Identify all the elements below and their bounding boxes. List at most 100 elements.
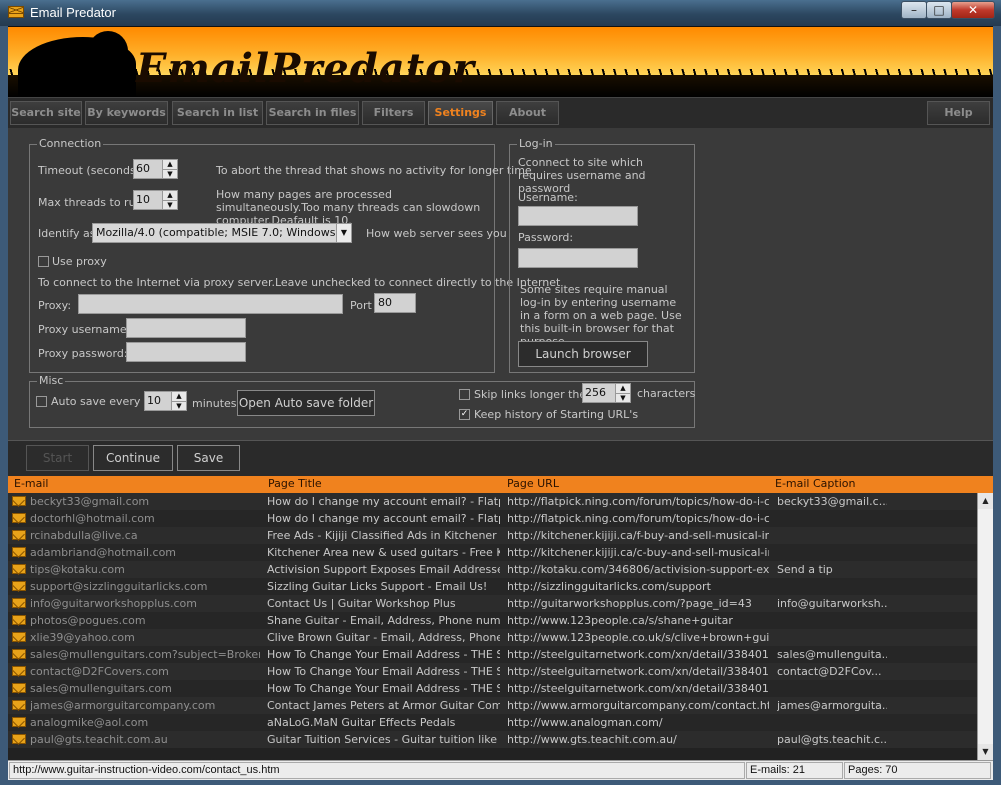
table-row[interactable]: photos@pogues.com Shane Guitar - Email, A… xyxy=(8,612,977,629)
envelope-icon xyxy=(12,581,26,591)
help-button[interactable]: Help xyxy=(927,101,990,125)
proxy-password-input[interactable] xyxy=(126,342,246,362)
scroll-up-icon[interactable]: ▲ xyxy=(978,493,993,509)
cell-title: aNaLoG.MaN Guitar Effects Pedals xyxy=(267,716,456,729)
proxy-username-input[interactable] xyxy=(126,318,246,338)
cell-url: http://sizzlingguitarlicks.com/support xyxy=(507,580,711,593)
identify-label: Identify as: xyxy=(38,227,100,240)
skip-links-stepper[interactable]: 256 ▲ ▼ xyxy=(582,383,631,403)
envelope-icon xyxy=(12,734,26,744)
column-page-title[interactable]: Page Title xyxy=(268,477,322,490)
timeout-value: 60 xyxy=(136,162,150,175)
vertical-scrollbar[interactable]: ▲ ▼ xyxy=(977,493,993,760)
username-input[interactable] xyxy=(518,206,638,226)
column-page-url[interactable]: Page URL xyxy=(507,477,559,490)
table-row[interactable]: beckyt33@gmail.com How do I change my acc… xyxy=(8,493,977,510)
cell-email: sales@mullenguitars.com xyxy=(30,682,172,695)
chevron-up-icon[interactable]: ▲ xyxy=(163,160,177,169)
scroll-thumb[interactable] xyxy=(979,510,992,710)
autosave-checkbox[interactable] xyxy=(36,396,47,407)
open-autosave-folder-button[interactable]: Open Auto save folder xyxy=(237,390,375,416)
cell-email: rcinabdulla@live.ca xyxy=(30,529,138,542)
timeout-stepper[interactable]: 60 ▲ ▼ xyxy=(133,159,178,179)
table-row[interactable]: adambriand@hotmail.com Kitchener Area new… xyxy=(8,544,977,561)
table-row[interactable]: sales@mullenguitars.com?subject=Broken%2… xyxy=(8,646,977,663)
scroll-down-icon[interactable]: ▼ xyxy=(978,744,993,760)
tab-search-site[interactable]: Search site xyxy=(10,101,82,125)
status-url: http://www.guitar-instruction-video.com/… xyxy=(9,762,745,779)
table-row[interactable]: xlie39@yahoo.com Clive Brown Guitar - Ema… xyxy=(8,629,977,646)
status-email-count: E-mails: 21 xyxy=(746,762,843,779)
threads-hint: How many pages are processed simultaneou… xyxy=(216,188,481,227)
cell-title: How To Change Your Email Address - THE S… xyxy=(267,648,500,661)
status-bar: http://www.guitar-instruction-video.com/… xyxy=(8,760,993,780)
cell-email: tips@kotaku.com xyxy=(30,563,125,576)
chevron-up-icon[interactable]: ▲ xyxy=(163,191,177,200)
save-button[interactable]: Save xyxy=(177,445,240,471)
table-row[interactable]: james@armorguitarcompany.com Contact Jame… xyxy=(8,697,977,714)
window-frame-right xyxy=(993,26,1001,785)
autosave-label: Auto save every xyxy=(51,395,141,408)
table-row[interactable]: contact@D2FCovers.com How To Change Your … xyxy=(8,663,977,680)
proxy-input[interactable] xyxy=(78,294,343,314)
tab-settings[interactable]: Settings xyxy=(428,101,493,125)
use-proxy-checkbox[interactable] xyxy=(38,256,49,267)
envelope-icon xyxy=(12,513,26,523)
continue-button[interactable]: Continue xyxy=(93,445,173,471)
chevron-down-icon[interactable]: ▼ xyxy=(163,169,177,179)
table-row[interactable]: sales@mullenguitars.com How To Change You… xyxy=(8,680,977,697)
envelope-icon xyxy=(12,564,26,574)
column-email[interactable]: E-mail xyxy=(14,477,49,490)
cell-title: Guitar Tuition Services - Guitar tuition… xyxy=(267,733,500,746)
chevron-up-icon[interactable]: ▲ xyxy=(616,384,630,393)
skip-links-checkbox[interactable] xyxy=(459,389,470,400)
cell-title: Contact Us | Guitar Workshop Plus xyxy=(267,597,456,610)
autosave-stepper[interactable]: 10 ▲ ▼ xyxy=(144,391,187,411)
cell-title: How To Change Your Email Address - THE S… xyxy=(267,682,500,695)
table-row[interactable]: doctorhl@hotmail.com How do I change my a… xyxy=(8,510,977,527)
table-row[interactable]: support@sizzlingguitarlicks.com Sizzling … xyxy=(8,578,977,595)
cell-title: How do I change my account email? - Flat… xyxy=(267,512,500,525)
table-row[interactable]: paul@gts.teachit.com.au Guitar Tuition Se… xyxy=(8,731,977,748)
proxy-username-label: Proxy username: xyxy=(38,323,131,336)
chevron-down-icon[interactable]: ▼ xyxy=(336,224,351,242)
threads-stepper[interactable]: 10 ▲ ▼ xyxy=(133,190,178,210)
chevron-up-icon[interactable]: ▲ xyxy=(172,392,186,401)
skip-links-value: 256 xyxy=(585,386,606,399)
table-row[interactable]: info@guitarworkshopplus.com Contact Us | … xyxy=(8,595,977,612)
tab-about[interactable]: About xyxy=(496,101,559,125)
title-bar[interactable]: Email Predator – □ ✕ xyxy=(0,0,1001,27)
column-email-caption[interactable]: E-mail Caption xyxy=(775,477,855,490)
cell-email: xlie39@yahoo.com xyxy=(30,631,135,644)
table-row[interactable]: rcinabdulla@live.ca Free Ads - Kijiji Cla… xyxy=(8,527,977,544)
cell-url: http://www.123people.co.uk/s/clive+brown… xyxy=(507,631,769,644)
proxy-hint: To connect to the Internet via proxy ser… xyxy=(38,276,561,289)
tab-by-keywords[interactable]: By keywords xyxy=(85,101,168,125)
identify-select[interactable]: Mozilla/4.0 (compatible; MSIE 7.0; Windo… xyxy=(92,223,352,243)
tab-search-in-files[interactable]: Search in files xyxy=(266,101,359,125)
minimize-button[interactable]: – xyxy=(901,1,927,19)
start-button[interactable]: Start xyxy=(26,445,89,471)
tab-search-in-list[interactable]: Search in list xyxy=(172,101,263,125)
proxy-label: Proxy: xyxy=(38,299,72,312)
port-input[interactable]: 80 xyxy=(374,293,416,313)
table-row[interactable]: tips@kotaku.com Activision Support Expose… xyxy=(8,561,977,578)
settings-panel: Connection Timeout (seconds): 60 ▲ ▼ To a… xyxy=(8,128,993,440)
password-input[interactable] xyxy=(518,248,638,268)
keep-history-label: Keep history of Starting URL's xyxy=(474,408,639,421)
table-row[interactable]: analogmike@aol.com aNaLoG.MaN Guitar Effe… xyxy=(8,714,977,731)
chevron-down-icon[interactable]: ▼ xyxy=(616,393,630,403)
keep-history-checkbox[interactable]: ✓ xyxy=(459,409,470,420)
main-nav: Search site By keywords Search in list S… xyxy=(8,97,993,129)
chevron-down-icon[interactable]: ▼ xyxy=(163,200,177,210)
cell-email: info@guitarworkshopplus.com xyxy=(30,597,197,610)
launch-browser-button[interactable]: Launch browser xyxy=(518,341,648,367)
cell-email-caption: Send a tip xyxy=(777,563,833,576)
envelope-icon xyxy=(8,6,24,18)
tab-filters[interactable]: Filters xyxy=(362,101,425,125)
maximize-button[interactable]: □ xyxy=(926,1,952,19)
close-button[interactable]: ✕ xyxy=(951,1,995,19)
chevron-down-icon[interactable]: ▼ xyxy=(172,401,186,411)
identify-value: Mozilla/4.0 (compatible; MSIE 7.0; Windo… xyxy=(96,226,352,239)
cell-url: http://steelguitarnetwork.com/xn/detail/… xyxy=(507,648,769,661)
